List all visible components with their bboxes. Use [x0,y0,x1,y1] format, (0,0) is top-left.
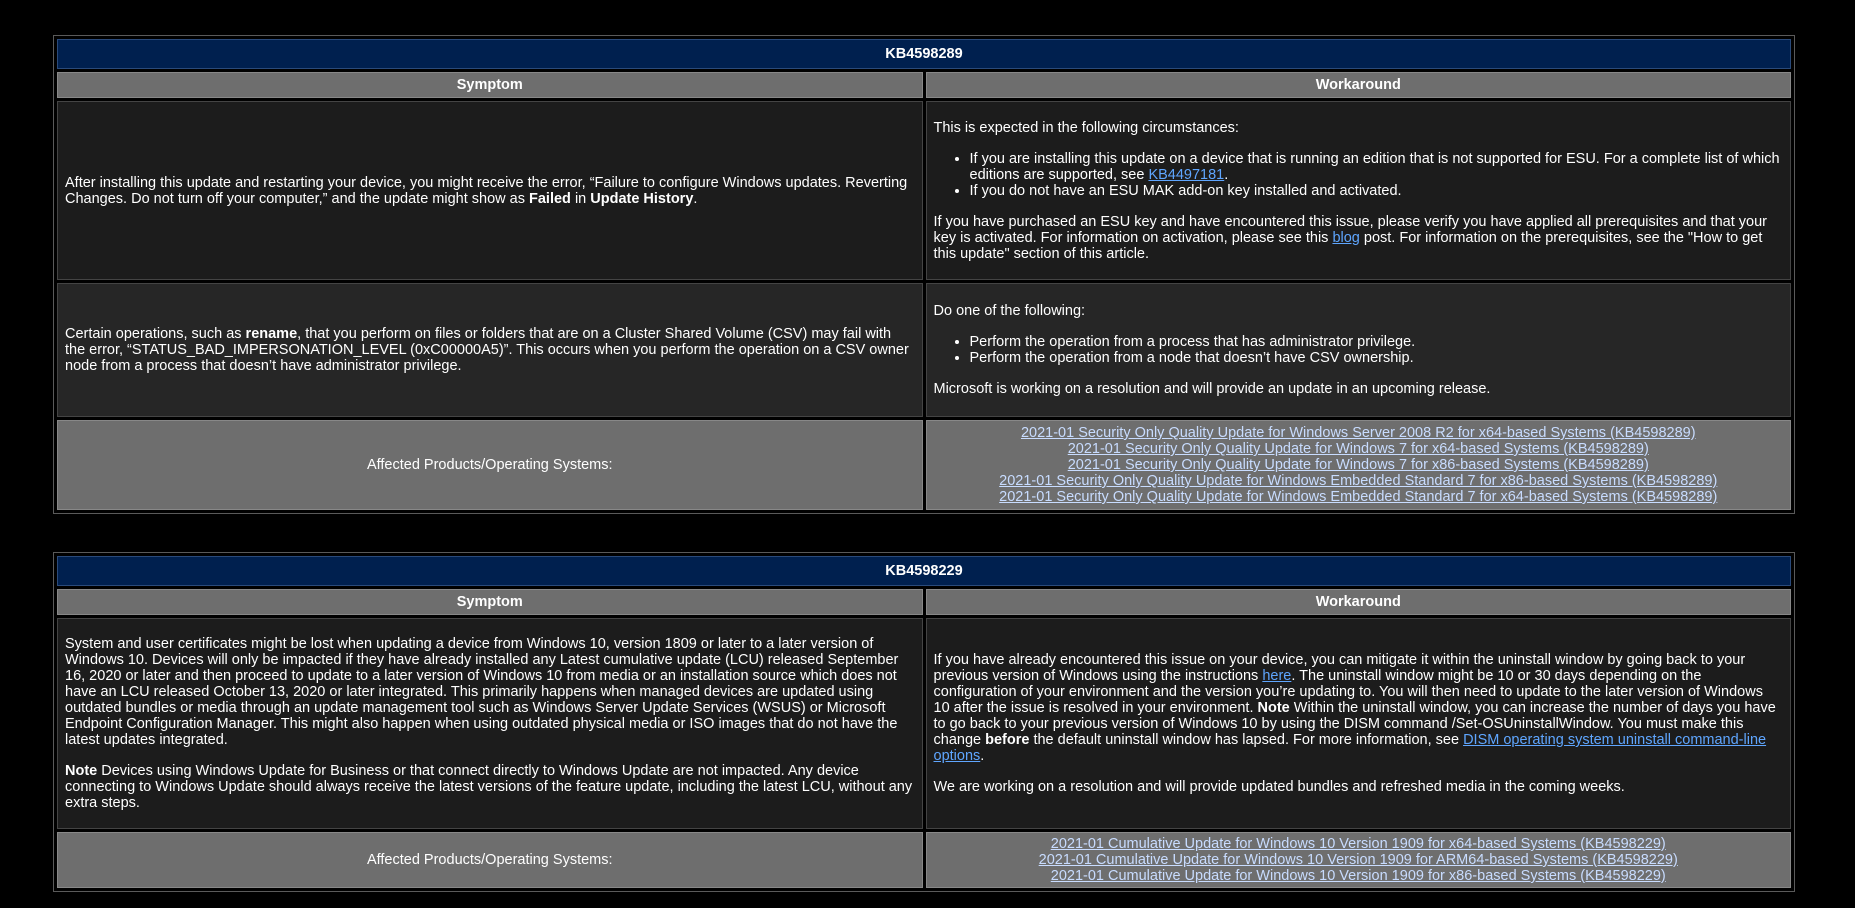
workaround-list: If you are installing this update on a d… [934,151,1784,199]
symptom-header: Symptom [57,589,923,615]
affected-product-link[interactable]: 2021-01 Cumulative Update for Windows 10… [934,868,1784,884]
affected-product-link[interactable]: 2021-01 Security Only Quality Update for… [934,441,1784,457]
workaround-para: If you have purchased an ESU key and hav… [933,213,1767,262]
affected-links: 2021-01 Security Only Quality Update for… [925,420,1791,510]
affected-product-link[interactable]: 2021-01 Security Only Quality Update for… [934,473,1784,489]
kb-table-kb4598289: KB4598289 Symptom Workaround After insta… [53,35,1795,514]
symptom-cell: After installing this update and restart… [57,101,923,280]
affected-label: Affected Products/Operating Systems: [57,832,923,888]
affected-links: 2021-01 Cumulative Update for Windows 10… [925,832,1791,888]
workaround-cell: Do one of the following: Perform the ope… [925,283,1791,417]
affected-product-link[interactable]: 2021-01 Security Only Quality Update for… [934,489,1784,505]
symptom-cell: System and user certificates might be lo… [57,618,923,829]
workaround-para: We are working on a resolution and will … [933,779,1625,795]
symptom-text: Certain operations, such as rename, that… [65,326,909,374]
symptom-note: Note Devices using Windows Update for Bu… [65,763,913,811]
affected-product-link[interactable]: 2021-01 Security Only Quality Update for… [934,457,1784,473]
list-item: Perform the operation from a process tha… [970,334,1784,350]
workaround-list: Perform the operation from a process tha… [934,334,1784,366]
workaround-cell: This is expected in the following circum… [925,101,1791,280]
kb-table-kb4598229: KB4598229 Symptom Workaround System and … [53,552,1795,892]
blog-link[interactable]: blog [1332,230,1359,246]
list-item: If you do not have an ESU MAK add-on key… [970,183,1784,199]
workaround-cell: If you have already encountered this iss… [925,618,1791,829]
kb4497181-link[interactable]: KB4497181 [1148,167,1224,183]
workaround-header: Workaround [925,589,1791,615]
kb-title: KB4598229 [57,556,1791,586]
affected-product-link[interactable]: 2021-01 Cumulative Update for Windows 10… [934,836,1784,852]
workaround-para: If you have already encountered this iss… [933,652,1776,764]
here-link[interactable]: here [1262,668,1291,684]
list-item: If you are installing this update on a d… [970,151,1784,183]
affected-product-link[interactable]: 2021-01 Cumulative Update for Windows 10… [934,852,1784,868]
affected-label: Affected Products/Operating Systems: [57,420,923,510]
workaround-header: Workaround [925,72,1791,98]
symptom-text: System and user certificates might be lo… [65,636,899,748]
workaround-intro: Do one of the following: [933,303,1086,319]
affected-product-link[interactable]: 2021-01 Security Only Quality Update for… [934,425,1784,441]
workaround-para: Microsoft is working on a resolution and… [933,381,1491,397]
symptom-cell: Certain operations, such as rename, that… [57,283,923,417]
kb-title: KB4598289 [57,39,1791,69]
workaround-intro: This is expected in the following circum… [933,119,1239,136]
list-item: Perform the operation from a node that d… [970,350,1784,366]
symptom-text: After installing this update and restart… [65,174,908,207]
symptom-header: Symptom [57,72,923,98]
